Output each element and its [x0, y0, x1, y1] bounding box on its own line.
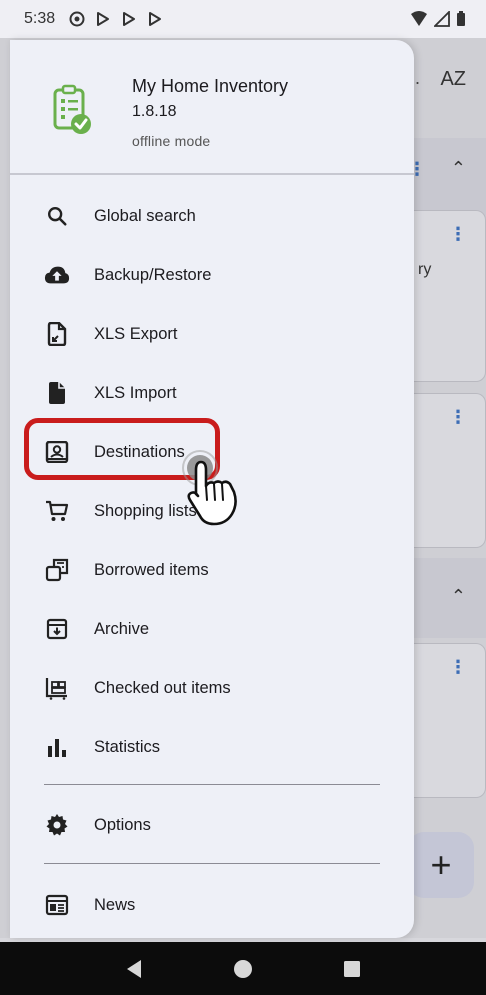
more-vert-icon[interactable]: ⋮ [449, 658, 467, 676]
app-logo-icon [53, 84, 91, 134]
cloud-upload-icon [44, 262, 70, 288]
destination-icon [44, 439, 70, 465]
checked-out-icon [44, 675, 70, 701]
wifi-icon [411, 11, 427, 26]
menu-item-label: Global search [94, 206, 196, 225]
menu-item-shopping-lists[interactable]: Shopping lists [30, 486, 402, 536]
home-circle-icon [233, 959, 252, 978]
archive-icon [44, 616, 70, 642]
borrowed-icon [44, 557, 70, 583]
menu-item-xls-import[interactable]: XLS Import [30, 368, 402, 418]
gear-icon [44, 812, 70, 838]
app-mode: offline mode [132, 133, 211, 149]
more-vert-icon[interactable]: ⋮ [449, 408, 467, 426]
menu-divider [44, 863, 380, 864]
home-button[interactable] [223, 949, 263, 989]
background-card-text: ry [418, 261, 432, 278]
back-triangle-icon [127, 959, 142, 978]
header-divider [10, 173, 414, 175]
sort-alpha-button[interactable]: AZ [440, 68, 466, 91]
news-icon [44, 892, 70, 918]
menu-item-backup-restore[interactable]: Backup/Restore [30, 250, 402, 300]
file-export-icon [44, 321, 70, 347]
menu-item-xls-export[interactable]: XLS Export [30, 309, 402, 359]
recents-button[interactable] [332, 949, 372, 989]
status-system-icons [410, 11, 466, 27]
menu-item-label: Checked out items [94, 678, 231, 697]
menu-item-statistics[interactable]: Statistics [30, 722, 402, 772]
menu-item-borrowed-items[interactable]: Borrowed items [30, 545, 402, 595]
menu-item-label: Archive [94, 619, 150, 638]
recents-square-icon [343, 960, 360, 977]
menu-item-options[interactable]: Options [30, 800, 402, 850]
menu-item-checked-out-items[interactable]: Checked out items [30, 663, 402, 713]
menu-item-global-search[interactable]: Global search [30, 191, 402, 241]
back-button[interactable] [114, 949, 154, 989]
play-notification-icon [149, 12, 162, 26]
more-vert-icon[interactable]: ⋮ [449, 225, 467, 243]
menu-divider [44, 784, 380, 785]
navigation-drawer: My Home Inventory 1.8.18 offline mode Gl… [10, 40, 414, 938]
app-version: 1.8.18 [132, 103, 177, 120]
menu-item-destinations[interactable]: Destinations [30, 427, 402, 477]
menu-item-label: Statistics [94, 737, 161, 756]
menu-item-label: Destinations [94, 442, 185, 461]
menu-item-label: News [94, 895, 136, 914]
circle-notification-icon [69, 11, 85, 27]
status-bar: 5:38 [0, 0, 486, 38]
menu-item-label: XLS Export [94, 324, 178, 343]
add-fab-button[interactable]: + [408, 832, 474, 898]
play-notification-icon [123, 12, 136, 26]
status-notification-icons [69, 11, 163, 27]
system-navigation-bar [0, 942, 486, 995]
menu-item-label: Options [94, 815, 151, 834]
menu-item-label: XLS Import [94, 383, 177, 402]
menu-item-label: Backup/Restore [94, 265, 212, 284]
file-icon [44, 380, 70, 406]
chevron-up-icon[interactable]: ⌃ [451, 158, 466, 179]
menu-item-archive[interactable]: Archive [30, 604, 402, 654]
battery-icon [457, 11, 465, 26]
bar-chart-icon [44, 734, 70, 760]
menu-item-label: Borrowed items [94, 560, 209, 579]
cart-icon [44, 498, 70, 524]
signal-icon [434, 11, 450, 27]
status-time: 5:38 [24, 10, 56, 27]
app-title: My Home Inventory [132, 76, 289, 96]
drawer-header: My Home Inventory 1.8.18 offline mode [10, 40, 414, 174]
menu-item-news[interactable]: News [30, 880, 402, 930]
menu-item-label: Shopping lists [94, 501, 197, 520]
play-notification-icon [97, 12, 110, 26]
search-icon [44, 203, 70, 229]
chevron-up-icon[interactable]: ⌃ [451, 586, 466, 607]
background-toolbar-dot: . [415, 68, 421, 88]
